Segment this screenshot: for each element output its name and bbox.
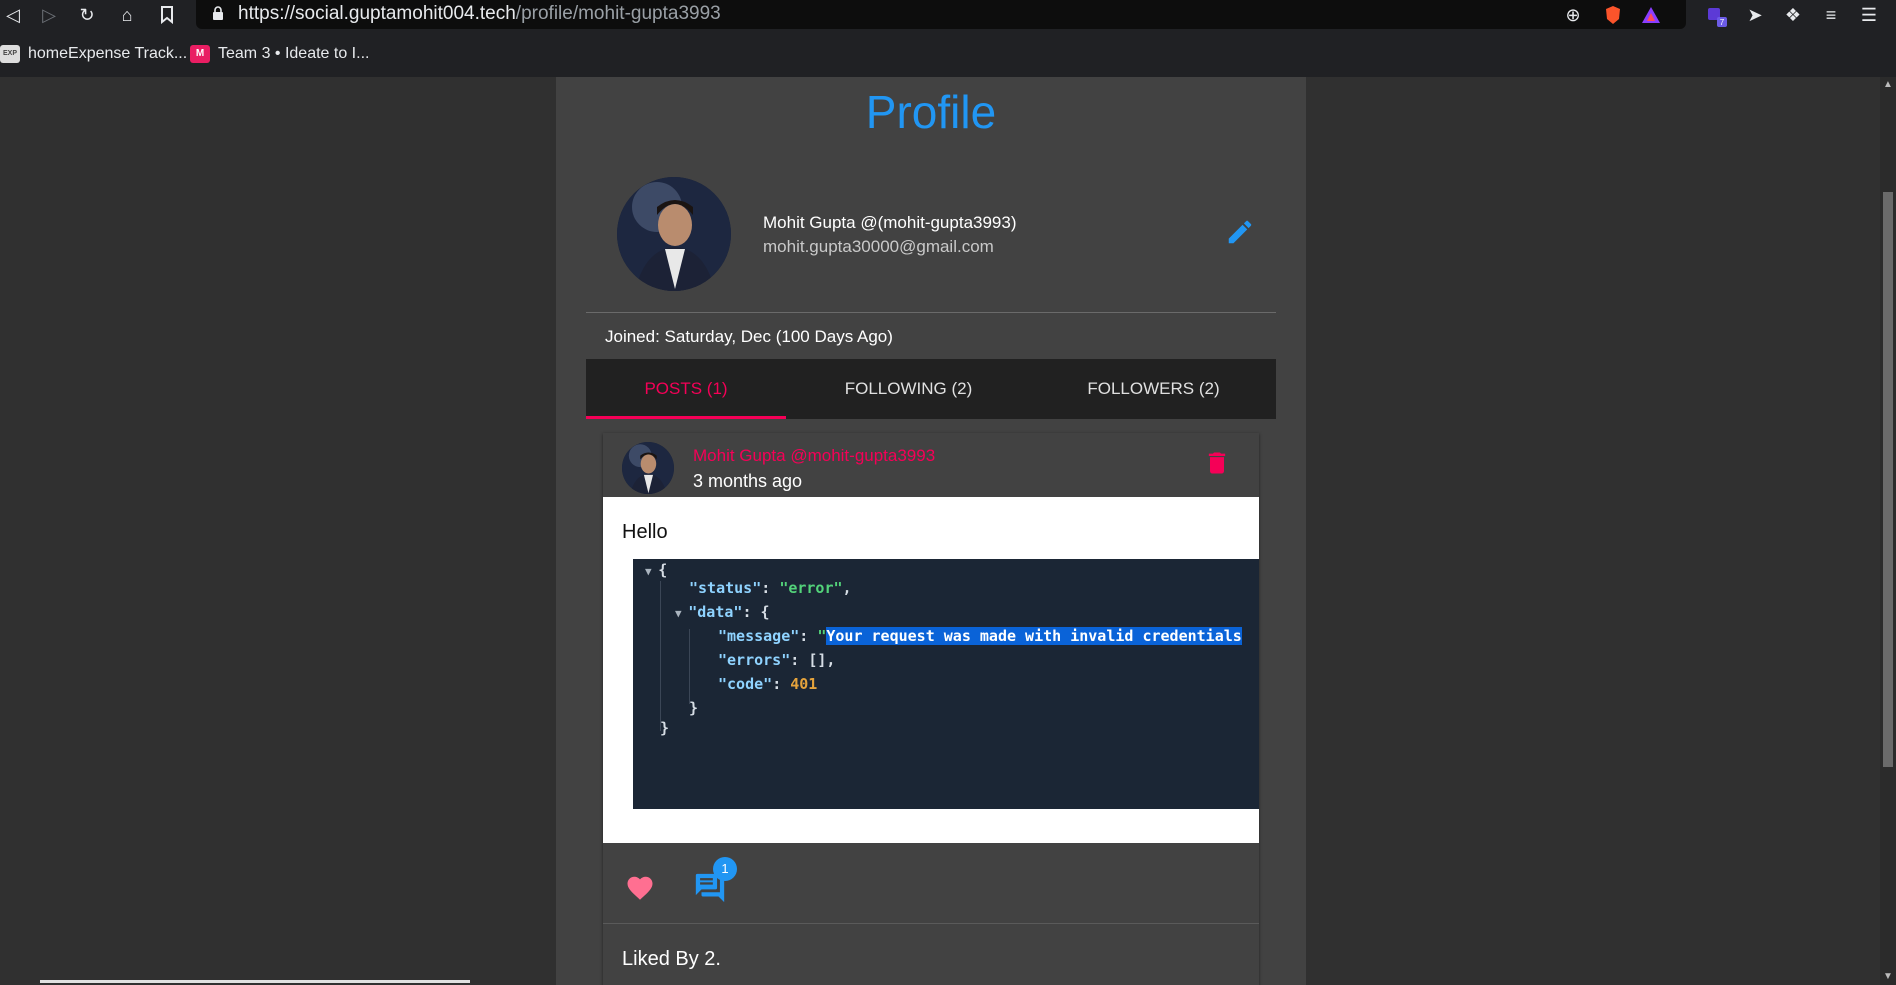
code-line-5: "errors": [], [718,651,836,669]
active-tab-indicator [586,416,786,419]
bookmark-icon[interactable] [154,2,180,28]
profile-panel: Profile Mohit Gupta @(mohit-gupta3993) m… [556,77,1306,985]
heart-icon[interactable] [625,873,655,903]
comment-count-badge: 1 [713,857,737,881]
download-progress-strip [40,980,470,983]
forward-icon[interactable]: ▷ [36,2,62,28]
indent-guide [689,629,690,704]
add-tab-icon[interactable]: ⊕ [1560,2,1586,28]
edit-icon[interactable] [1225,217,1255,247]
delete-icon[interactable] [1203,449,1231,477]
tab-posts[interactable]: POSTS (1) [586,359,786,419]
post-actions: 1 [603,843,1259,923]
puzzle-extensions-icon[interactable]: ❖ [1780,2,1806,28]
lock-icon [213,6,223,20]
browser-toolbar: ◁ ▷ ↻ ⌂ https://social.guptamohit004.tec… [0,0,1896,29]
reload-icon[interactable]: ↻ [74,2,100,28]
page-title: Profile [865,86,997,138]
tab-followers[interactable]: FOLLOWERS (2) [1031,359,1276,419]
extension-stack-icon[interactable]: 7 [1704,2,1730,28]
brave-rewards-icon[interactable] [1638,2,1664,28]
bookmark-homeexpense[interactable]: EXP homeExpense Track... [0,43,187,65]
profile-divider [586,312,1276,313]
menu-icon[interactable]: ☰ [1856,2,1882,28]
page-viewport: Profile Mohit Gupta @(mohit-gupta3993) m… [0,77,1880,985]
scroll-up-icon[interactable]: ▲ [1880,77,1896,93]
bookmarks-bar: EXP homeExpense Track... M Team 3 • Ideate… [0,29,1896,77]
profile-email: mohit.gupta30000@gmail.com [763,237,994,256]
liked-by-text[interactable]: Liked By 2. [622,948,721,971]
address-bar[interactable]: https://social.guptamohit004.tech/profil… [196,0,1686,29]
post-card: Mohit Gupta @mohit-gupta3993 3 months ag… [603,433,1259,985]
code-line-2: "status": "error", [689,579,852,597]
profile-avatar [617,177,731,291]
joined-date: Joined: Saturday, Dec (100 Days Ago) [605,327,893,346]
code-line-7: } [689,699,699,717]
card-divider [603,923,1259,924]
media-playlist-icon[interactable]: ≡ [1818,2,1844,28]
post-author-avatar[interactable] [622,442,674,494]
indent-guide [660,581,661,731]
code-line-3: ▼ "data": { [675,603,770,621]
code-line-8: } [660,719,670,737]
page-scrollbar[interactable]: ▲ ▼ [1880,77,1896,985]
bookmark-team3[interactable]: M Team 3 • Ideate to I... [190,43,369,65]
scroll-down-icon[interactable]: ▼ [1880,969,1896,985]
home-icon[interactable]: ⌂ [114,2,140,28]
post-content: Hello ▼ { "status": "error", ▼ "data": {… [603,497,1259,843]
code-line-1: ▼ { [645,561,668,579]
brave-shield-icon[interactable] [1600,2,1626,28]
back-icon[interactable]: ◁ [0,2,26,28]
code-line-6: "code": 401 [718,675,818,693]
post-text: Hello [622,521,668,543]
url-text: https://social.guptamohit004.tech/profil… [238,3,721,24]
post-author-link[interactable]: Mohit Gupta @mohit-gupta3993 [693,446,935,466]
team3-favicon-icon: M [190,44,210,63]
code-line-4: "message": "Your request was made with i… [718,627,1242,645]
rocket-extension-icon[interactable]: ➤ [1742,2,1768,28]
code-screenshot-image: ▼ { "status": "error", ▼ "data": { "mess… [633,559,1259,809]
svg-text:7: 7 [1720,18,1725,27]
scroll-thumb[interactable] [1883,192,1893,767]
tab-following[interactable]: FOLLOWING (2) [786,359,1031,419]
post-timestamp: 3 months ago [693,471,803,491]
homeexpense-favicon-icon: EXP [0,44,20,63]
profile-name: Mohit Gupta @(mohit-gupta3993) [763,213,1017,232]
profile-tabs: POSTS (1) FOLLOWING (2) FOLLOWERS (2) [586,359,1276,419]
